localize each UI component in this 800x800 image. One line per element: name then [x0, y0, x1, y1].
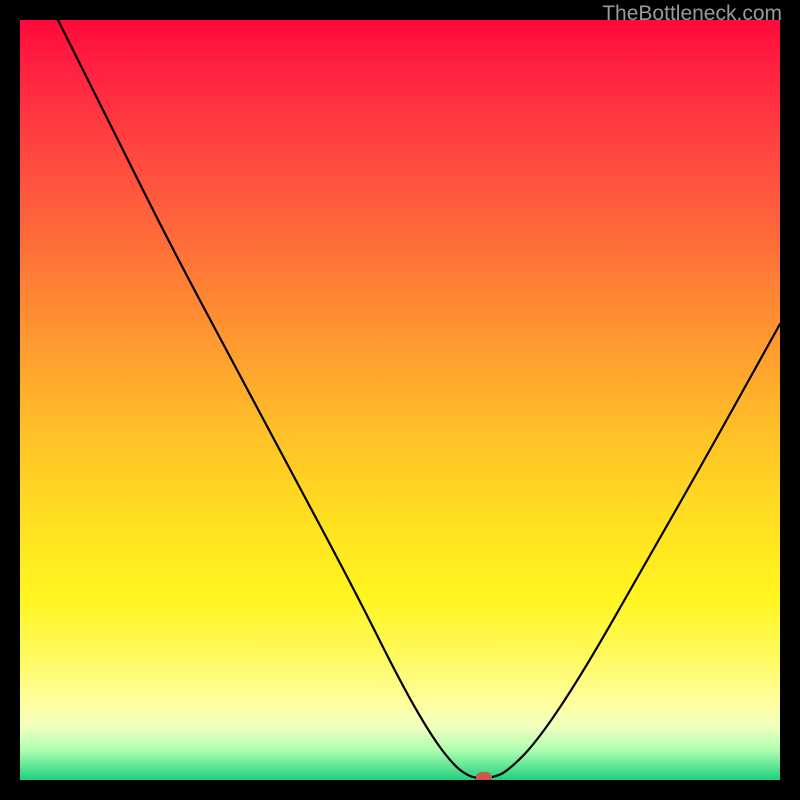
- chart-frame: TheBottleneck.com: [0, 0, 800, 800]
- curve-svg: [20, 20, 780, 780]
- plot-area: [20, 20, 780, 780]
- minimum-marker: [476, 772, 492, 780]
- bottleneck-curve-path: [58, 20, 780, 778]
